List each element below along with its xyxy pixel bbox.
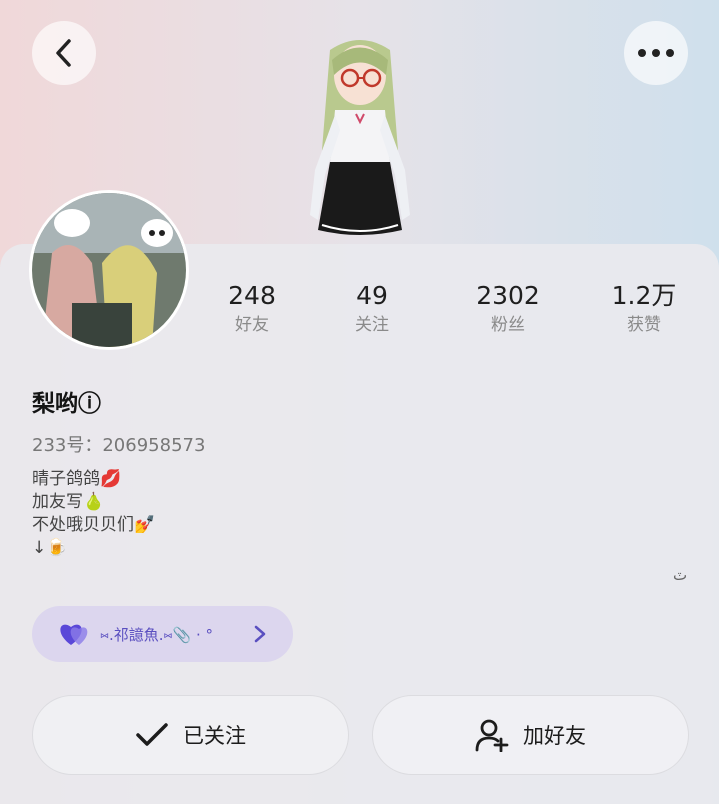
profile-name: 梨哟ⓘ (32, 391, 101, 417)
add-friend-label: 加好友 (523, 724, 586, 748)
avatar[interactable] (32, 193, 186, 347)
bio-line: 加友写🍐 (32, 492, 105, 512)
add-friend-button[interactable]: 加好友 (372, 695, 689, 775)
heart-icon (60, 624, 88, 645)
group-tag[interactable]: ⑅.祁譩魚.⑅📎 · ° (32, 606, 293, 662)
check-icon (136, 723, 168, 746)
profile-uid[interactable]: 233号：206958573 (32, 431, 205, 457)
avatar-image (32, 193, 186, 347)
stat-following[interactable]: 49 关注 (322, 280, 422, 338)
following-button[interactable]: 已关注 (32, 695, 349, 775)
following-label: 已关注 (183, 724, 246, 748)
character-model (310, 40, 410, 235)
chevron-left-icon (56, 39, 71, 67)
stat-label: 关注 (355, 315, 389, 335)
ellipsis-icon (638, 49, 674, 57)
stat-friends[interactable]: 248 好友 (202, 280, 302, 338)
stat-likes[interactable]: 1.2万 获赞 (594, 280, 694, 338)
bio-line: 不处哦贝贝们💅 (32, 515, 156, 535)
stat-label: 粉丝 (491, 315, 525, 335)
bio-line: 晴子鸽鸽💋 (32, 469, 122, 489)
more-button[interactable] (624, 21, 688, 85)
stat-value: 1.2万 (611, 281, 677, 310)
back-button[interactable] (32, 21, 96, 85)
bio-line: ↓🍺 (32, 538, 68, 558)
add-user-icon (475, 719, 509, 752)
stat-label: 获赞 (627, 315, 661, 335)
stat-fans[interactable]: 2302 粉丝 (458, 280, 558, 338)
stat-label: 好友 (235, 315, 269, 335)
profile-bio: 晴子鸽鸽💋 加友写🍐 不处哦贝贝们💅 ↓🍺 (32, 468, 155, 560)
group-tag-label: ⑅.祁譩魚.⑅📎 · ° (100, 625, 214, 644)
corner-mark: ٽ (673, 566, 688, 584)
stat-value: 49 (356, 281, 388, 310)
chevron-right-icon (254, 625, 266, 643)
stat-value: 2302 (476, 281, 540, 310)
stat-value: 248 (228, 281, 276, 310)
